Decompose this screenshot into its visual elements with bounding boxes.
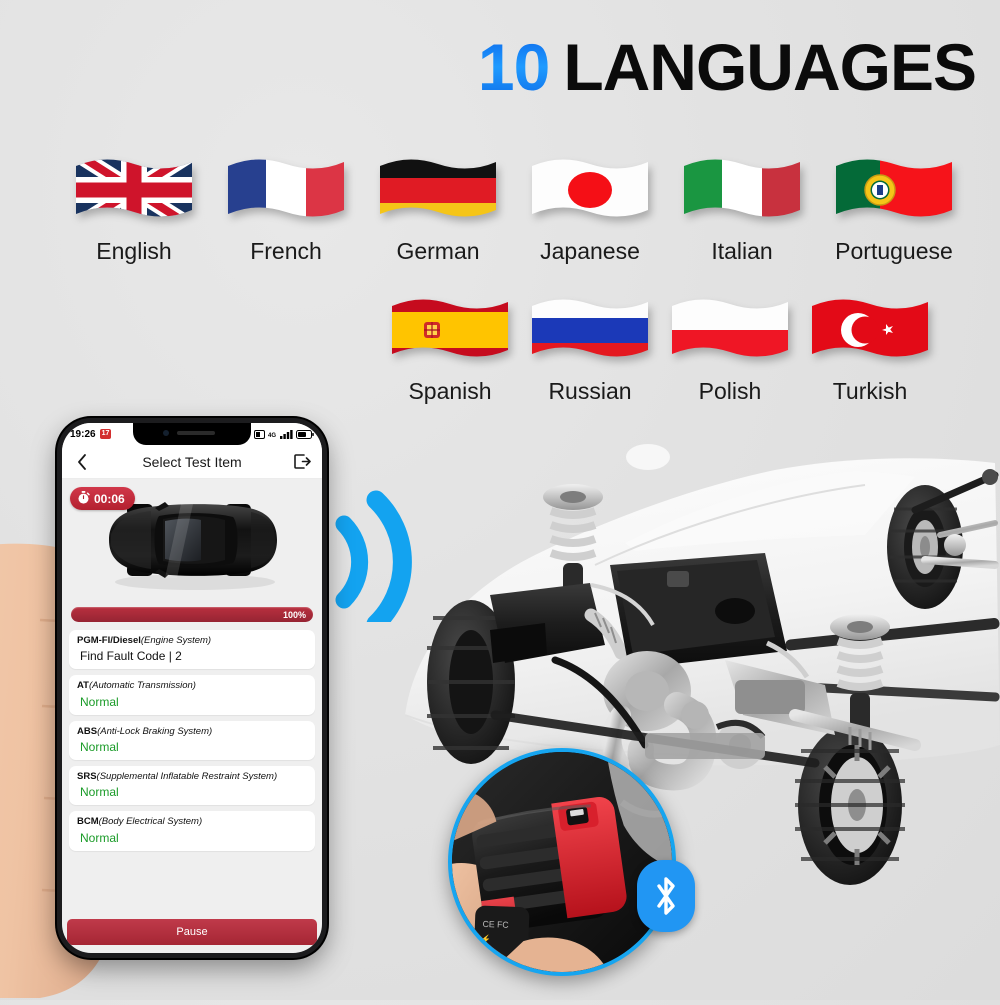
turkey-flag-icon [810, 292, 930, 368]
smartphone-device: 19:26 17 4G Select Test Item 00:06 100% … [57, 418, 327, 958]
page-title: 10 LANGUAGES [478, 34, 977, 100]
svg-text:4G: 4G [268, 433, 276, 439]
language-item-spanish[interactable]: Spanish [380, 292, 520, 405]
alarm-icon: 17 [99, 429, 112, 439]
system-description: (Anti-Lock Braking System) [97, 725, 213, 737]
pause-button[interactable]: Pause [67, 919, 317, 945]
list-item[interactable]: SRS(Supplemental Inflatable Restraint Sy… [69, 766, 315, 806]
system-description: (Supplemental Inflatable Restraint Syste… [96, 771, 278, 783]
system-code: PGM-FI/Diesel [77, 635, 141, 646]
phone-notch [133, 423, 251, 445]
wifi-signal-icon [330, 482, 440, 634]
language-label: Turkish [832, 378, 908, 404]
network-type-label: 4G [268, 430, 277, 439]
russia-flag-icon [530, 292, 650, 368]
signal-bars-icon [280, 429, 293, 439]
system-status: Normal [80, 740, 119, 755]
obd2-scanner-in-hand: CE FC ⚡ [448, 748, 676, 976]
scan-progress-bar: 100% [71, 607, 313, 622]
battery-icon [296, 429, 314, 439]
svg-text:⚡: ⚡ [480, 934, 491, 945]
language-label: Polish [698, 378, 762, 404]
italy-flag-icon [682, 152, 802, 228]
language-item-portuguese[interactable]: Portuguese [818, 152, 970, 265]
elapsed-timer-value: 00:06 [94, 491, 125, 506]
germany-flag-icon [378, 152, 498, 228]
language-item-russian[interactable]: Russian [520, 292, 660, 405]
test-item-content: 00:06 100% PGM-FI/Diesel(Engine System) … [62, 479, 322, 913]
stopwatch-icon [77, 490, 90, 507]
language-item-turkish[interactable]: Turkish [800, 292, 940, 405]
france-flag-icon [226, 152, 346, 228]
poland-flag-icon [670, 292, 790, 368]
system-code: ABS [77, 725, 98, 737]
earpiece-speaker-icon [177, 431, 215, 435]
app-header-title: Select Test Item [142, 453, 242, 470]
phone-screen: 19:26 17 4G Select Test Item 00:06 100% … [62, 423, 322, 953]
list-item[interactable]: BCM(Body Electrical System) Normal [69, 811, 315, 851]
language-label: Japanese [540, 238, 640, 264]
app-header: Select Test Item [62, 445, 322, 479]
language-row-1: English French German Japanese Italian P… [58, 152, 996, 265]
language-item-japanese[interactable]: Japanese [514, 152, 666, 265]
language-label: Russian [548, 378, 632, 404]
language-item-german[interactable]: German [362, 152, 514, 265]
headline-number: 10 [477, 30, 550, 104]
language-label: Spanish [408, 378, 492, 404]
system-status: Normal [80, 830, 119, 845]
language-label: French [250, 238, 322, 264]
elapsed-timer-badge: 00:06 [70, 487, 135, 510]
language-item-polish[interactable]: Polish [660, 292, 800, 405]
spain-flag-icon [390, 292, 510, 368]
language-label: English [96, 238, 172, 264]
headline-word: LANGUAGES [563, 30, 977, 104]
list-item[interactable]: ABS(Anti-Lock Braking System) Normal [69, 720, 315, 761]
list-item[interactable]: AT(Automatic Transmission) Normal [69, 675, 315, 715]
system-status: Normal [80, 785, 119, 800]
system-description: (Automatic Transmission) [88, 680, 196, 692]
list-item-title: AT(Automatic Transmission) [77, 680, 307, 692]
language-label: Italian [711, 238, 773, 264]
list-item-title: ABS(Anti-Lock Braking System) [77, 726, 307, 738]
system-code: SRS [77, 771, 97, 783]
japan-flag-icon [530, 152, 650, 228]
language-row-2: Spanish Russian Polish Turkish [380, 292, 940, 405]
scan-progress-percent: 100% [282, 609, 306, 620]
back-chevron-icon[interactable] [72, 452, 92, 472]
bluetooth-icon [637, 860, 695, 932]
list-item-title: BCM(Body Electrical System) [77, 816, 307, 828]
sim-icon [254, 429, 265, 439]
system-status: Find Fault Code | 2 [80, 649, 182, 664]
language-item-english[interactable]: English [58, 152, 210, 265]
exit-icon[interactable] [292, 452, 312, 472]
language-label: German [396, 238, 480, 264]
svg-text:CE FC: CE FC [482, 919, 508, 930]
list-item-title: SRS(Supplemental Inflatable Restraint Sy… [77, 771, 307, 783]
system-description: (Body Electrical System) [98, 816, 203, 828]
front-camera-icon [163, 430, 169, 436]
system-status: Normal [80, 694, 119, 709]
uk-flag-icon [74, 152, 194, 228]
language-item-italian[interactable]: Italian [666, 152, 818, 265]
test-item-list: PGM-FI/Diesel(Engine System) Find Fault … [69, 630, 315, 851]
list-item[interactable]: PGM-FI/Diesel(Engine System) Find Fault … [69, 630, 315, 670]
system-description: (Engine System) [140, 635, 212, 646]
list-item-title: PGM-FI/Diesel(Engine System) [77, 635, 307, 647]
status-time: 19:26 [70, 428, 96, 440]
language-label: Portuguese [835, 238, 953, 264]
portugal-flag-icon [834, 152, 954, 228]
language-item-french[interactable]: French [210, 152, 362, 265]
system-code: AT [77, 680, 89, 692]
system-code: BCM [77, 816, 99, 828]
